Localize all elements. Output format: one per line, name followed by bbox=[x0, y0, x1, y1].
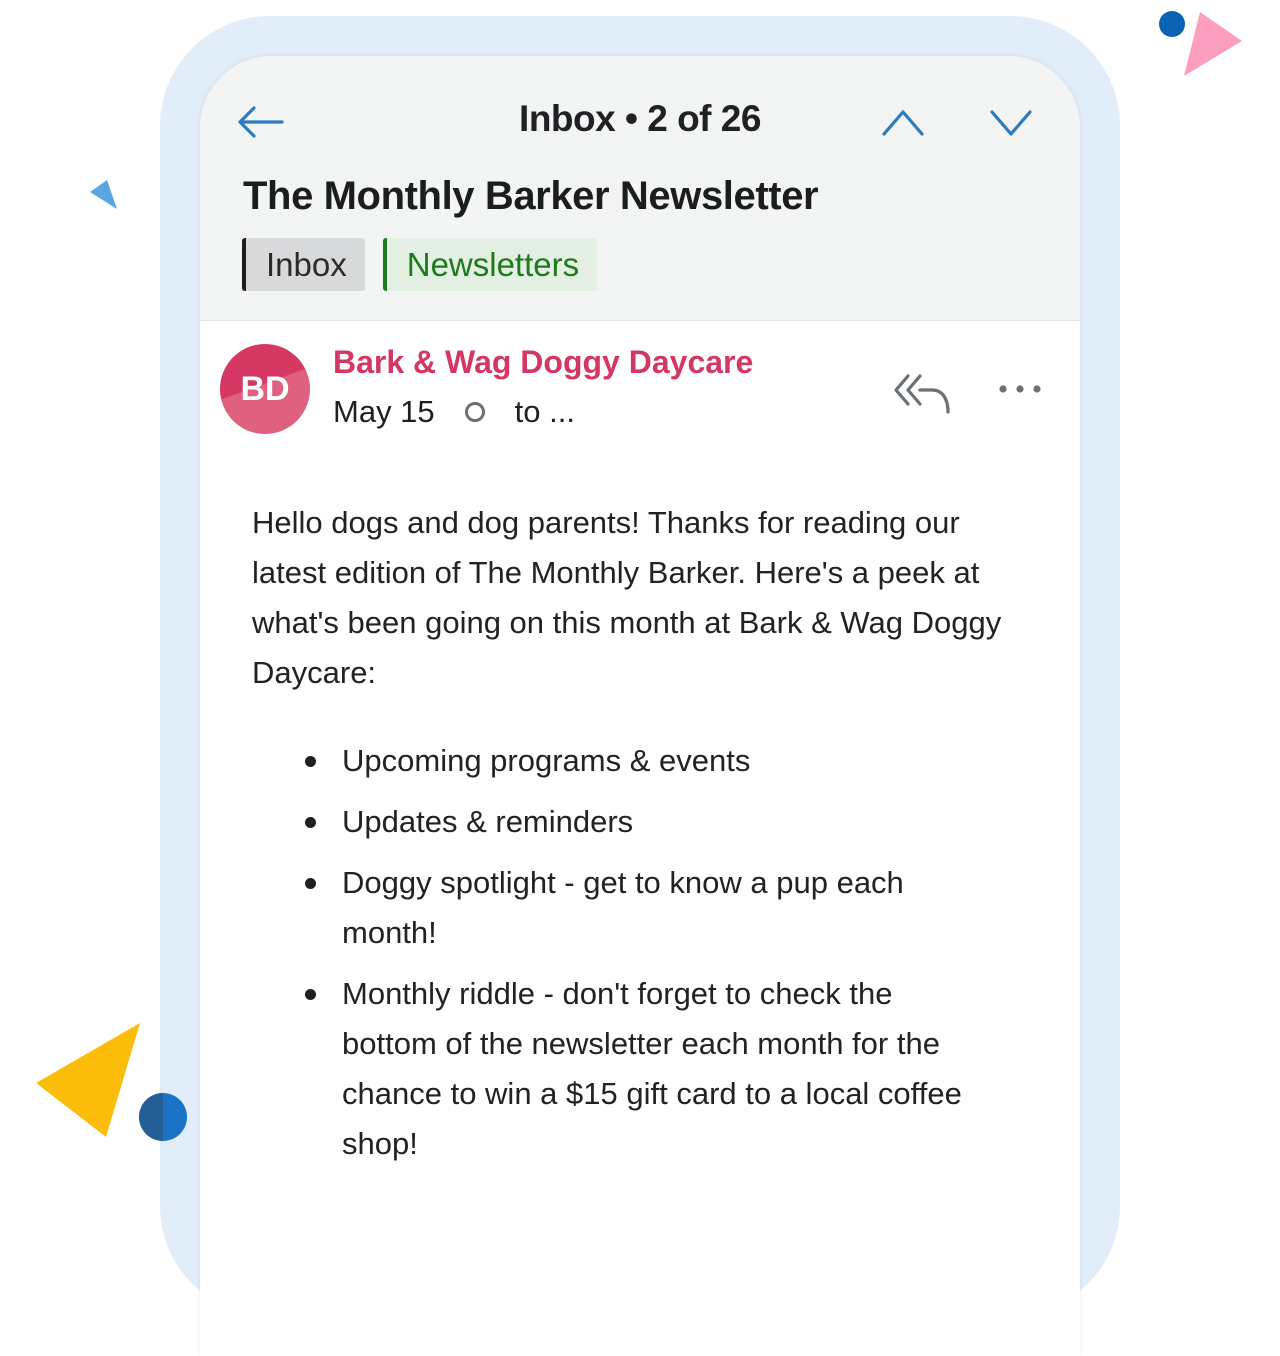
sender-name[interactable]: Bark & Wag Doggy Daycare bbox=[333, 344, 753, 381]
label-newsletters[interactable]: Newsletters bbox=[382, 238, 598, 291]
bullet-dot-icon bbox=[305, 756, 316, 767]
bullet-item: Updates & reminders bbox=[300, 797, 990, 847]
bullet-text: Updates & reminders bbox=[342, 804, 634, 839]
bullet-item: Upcoming programs & events bbox=[300, 736, 990, 786]
decorative-yellow-triangle bbox=[36, 1023, 140, 1137]
reply-all-button[interactable] bbox=[892, 368, 952, 416]
email-body-bullet-list: Upcoming programs & events Updates & rem… bbox=[300, 736, 990, 1180]
avatar[interactable]: BD bbox=[220, 344, 310, 434]
label-list: Inbox Newsletters bbox=[242, 238, 598, 291]
email-header: Inbox • 2 of 26 The Monthly Barker Newsl… bbox=[200, 56, 1080, 321]
inbox-position-title: Inbox • 2 of 26 bbox=[519, 98, 761, 139]
bullet-text: Upcoming programs & events bbox=[342, 743, 751, 778]
bullet-item: Doggy spotlight - get to know a pup each… bbox=[300, 858, 990, 958]
bullet-text: Doggy spotlight - get to know a pup each… bbox=[342, 865, 904, 950]
unread-status-icon[interactable] bbox=[464, 402, 485, 422]
decorative-small-blue-triangle bbox=[90, 180, 117, 209]
more-horizontal-icon bbox=[999, 385, 1041, 393]
message-meta: May 15 to ... bbox=[333, 394, 575, 430]
message-date: May 15 bbox=[333, 394, 435, 429]
label-inbox[interactable]: Inbox bbox=[242, 238, 365, 291]
next-message-button[interactable] bbox=[988, 106, 1034, 140]
sender-row: BD Bark & Wag Doggy Daycare May 15 to ..… bbox=[200, 320, 1080, 450]
email-screen: Inbox • 2 of 26 The Monthly Barker Newsl… bbox=[200, 56, 1080, 1356]
bullet-dot-icon bbox=[305, 817, 316, 828]
more-options-button[interactable] bbox=[996, 374, 1046, 404]
decorative-blue-dot-bottom bbox=[139, 1093, 187, 1141]
email-subject: The Monthly Barker Newsletter bbox=[243, 174, 819, 218]
bullet-text: Monthly riddle - don't forget to check t… bbox=[342, 976, 962, 1161]
bullet-dot-icon bbox=[305, 878, 316, 889]
chevron-down-icon bbox=[990, 110, 1032, 136]
previous-message-button[interactable] bbox=[880, 106, 926, 140]
decorative-pink-triangle bbox=[1184, 12, 1242, 76]
bullet-item: Monthly riddle - don't forget to check t… bbox=[300, 969, 990, 1169]
recipients-toggle[interactable]: to ... bbox=[515, 394, 575, 430]
bullet-dot-icon bbox=[305, 989, 316, 1000]
reply-all-icon bbox=[894, 374, 950, 414]
chevron-up-icon bbox=[882, 110, 924, 136]
email-body-intro: Hello dogs and dog parents! Thanks for r… bbox=[252, 505, 1002, 690]
